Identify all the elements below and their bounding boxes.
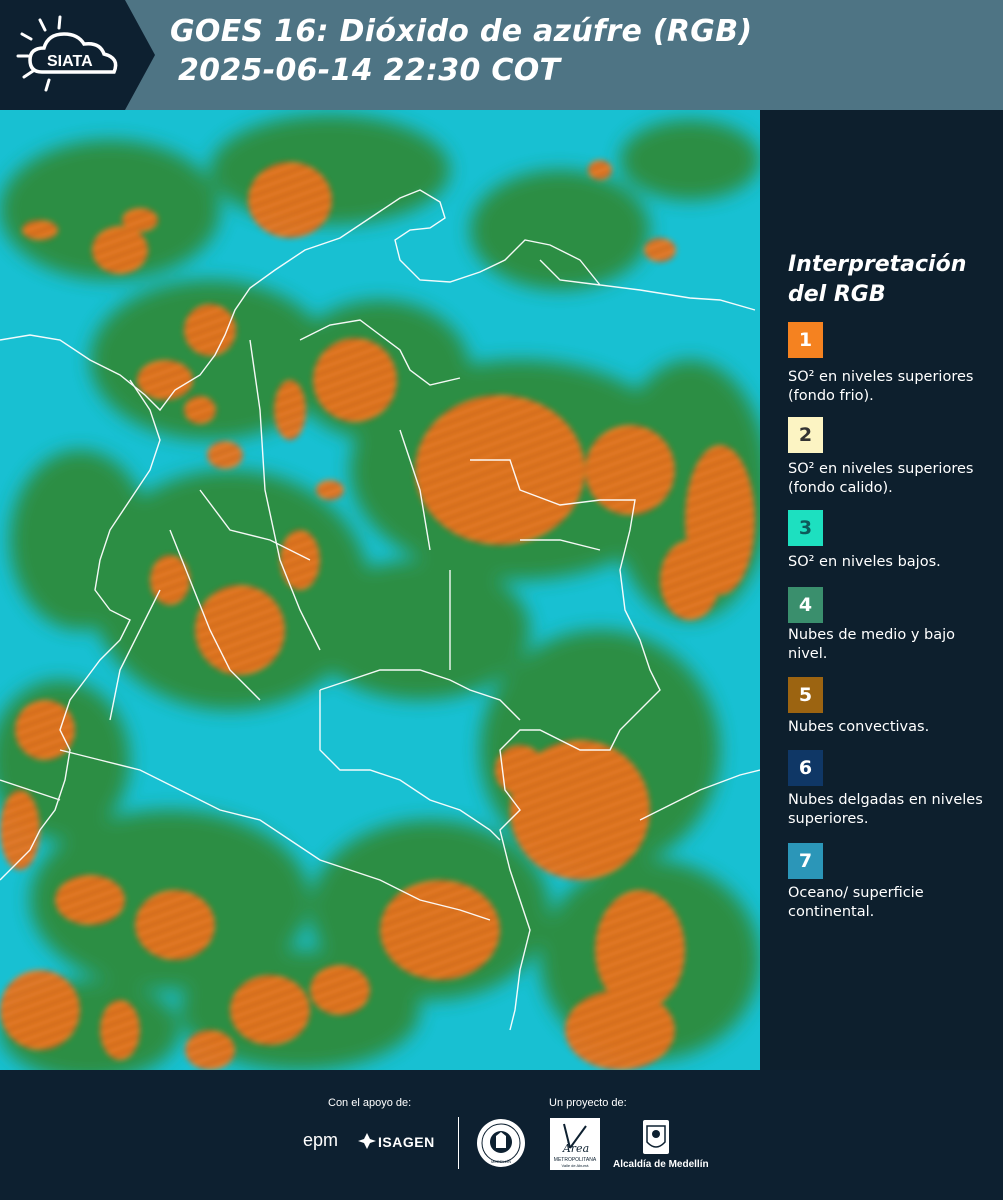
epm-logo: epm [303, 1130, 339, 1150]
legend-label-7: Oceano/ superficie continental. [788, 885, 924, 920]
legend-title: Interpretación del RGB [788, 252, 967, 307]
footer-divider [458, 1117, 459, 1169]
legend-panel: Interpretación del RGB 1 SO² en niveles … [760, 110, 1003, 1070]
legend-number-6: 6 [798, 757, 813, 779]
project-label: Un proyecto de: [549, 1097, 627, 1109]
legend-number-5: 5 [798, 684, 813, 706]
header: SIATA GOES 16: Dióxido de azúfre (RGB) 2… [0, 0, 1003, 110]
isagen-icon [358, 1133, 376, 1149]
legend-number-2: 2 [798, 424, 813, 446]
satellite-map[interactable] [0, 110, 760, 1070]
page-timestamp: 2025-06-14 22:30 COT [178, 53, 561, 88]
legend-swatch-2: 2 [788, 417, 823, 453]
page-title: GOES 16: Dióxido de azúfre (RGB) [170, 14, 753, 49]
support-label: Con el apoyo de: [328, 1097, 412, 1109]
area-logo-text: Área [562, 1141, 589, 1155]
legend-label-3: SO² en niveles bajos. [788, 554, 941, 570]
legend-number-4: 4 [798, 594, 813, 616]
legend-number-1: 1 [798, 329, 813, 351]
alcaldia-shield-icon [643, 1120, 669, 1154]
legend-swatch-3: 3 [788, 510, 823, 546]
satellite-rgb-imagery-icon [0, 110, 760, 1070]
isagen-logo: ISAGEN [378, 1134, 435, 1150]
legend-label-1: SO² en niveles superiores (fondo frio). [788, 369, 974, 404]
siata-logo-block: SIATA [0, 0, 155, 110]
area-logo-sub2: Valle de Aburrá [561, 1163, 589, 1168]
legend-number-3: 3 [798, 517, 813, 539]
legend-label-4: Nubes de medio y bajo nivel. [788, 627, 955, 662]
medellin-seal-text: MEDELLÍN [491, 1159, 511, 1164]
legend-swatch-6: 6 [788, 750, 823, 786]
legend-label-2: SO² en niveles superiores (fondo calido)… [788, 461, 974, 496]
legend-swatch-4: 4 [788, 587, 823, 623]
legend-swatch-5: 5 [788, 677, 823, 713]
legend-number-7: 7 [798, 850, 813, 872]
medellin-seal-icon: MEDELLÍN [477, 1119, 525, 1167]
alcaldia-logo-text: Alcaldía de Medellín [613, 1159, 709, 1170]
legend-swatch-1: 1 [788, 322, 823, 358]
siata-logo-text: SIATA [47, 53, 93, 70]
legend-swatch-7: 7 [788, 843, 823, 879]
area-metropolitana-logo: Área METROPOLITANA Valle de Aburrá [550, 1118, 600, 1170]
footer: Con el apoyo de: Un proyecto de: epm ISA… [0, 1070, 1003, 1200]
legend-label-5: Nubes convectivas. [788, 719, 930, 735]
legend-label-6: Nubes delgadas en niveles superiores. [788, 792, 983, 827]
